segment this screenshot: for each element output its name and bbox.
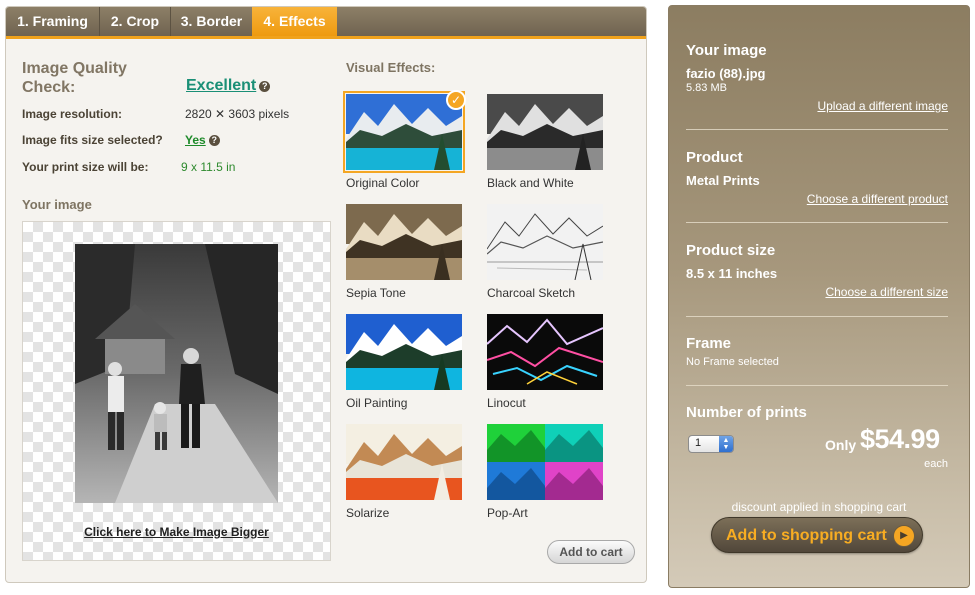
price-only-label: Only xyxy=(825,437,857,453)
help-icon[interactable]: ? xyxy=(208,134,220,146)
step-tabs: 1. Framing 2. Crop 3. Border 4. Effects xyxy=(6,7,646,39)
summary-divider xyxy=(686,222,948,223)
image-preview: Click here to Make Image Bigger xyxy=(22,221,331,561)
effect-label-black-and-white: Black and White xyxy=(487,176,574,190)
effect-thumb-charcoal-sketch[interactable] xyxy=(487,204,603,280)
effect-label-linocut: Linocut xyxy=(487,396,526,410)
quantity-select[interactable]: 1 ▲ ▼ xyxy=(688,435,734,453)
summary-file-name: fazio (88).jpg xyxy=(686,66,766,81)
play-arrow-icon: ▶ xyxy=(893,525,915,547)
resolution-label: Image resolution: xyxy=(22,107,123,121)
summary-file-size: 5.83 MB xyxy=(686,82,727,94)
effect-label-charcoal-sketch: Charcoal Sketch xyxy=(487,286,576,300)
discount-note: discount applied in shopping cart xyxy=(731,500,907,514)
summary-product-heading: Product xyxy=(686,149,743,166)
effect-label-solarize: Solarize xyxy=(346,506,390,520)
number-of-prints-heading: Number of prints xyxy=(686,404,807,421)
add-to-shopping-cart-label: Add to shopping cart xyxy=(726,527,887,544)
effect-label-pop-art: Pop-Art xyxy=(487,506,528,520)
summary-frame-heading: Frame xyxy=(686,335,732,352)
tab-framing[interactable]: 1. Framing xyxy=(6,7,99,36)
effect-label-original-color: Original Color xyxy=(346,176,420,190)
upload-different-image-link[interactable]: Upload a different image xyxy=(817,99,948,113)
resolution-value: 2820 ✕ 3603 pixels xyxy=(185,107,290,121)
up-down-arrows-icon: ▲ ▼ xyxy=(719,436,733,452)
check-icon: ✓ xyxy=(446,90,466,110)
effect-thumb-original-color[interactable] xyxy=(343,91,465,173)
price-each-label: each xyxy=(924,458,948,470)
preview-photo[interactable] xyxy=(75,244,278,503)
tab-crop[interactable]: 2. Crop xyxy=(100,7,170,36)
quality-value-link[interactable]: Excellent xyxy=(186,77,256,95)
choose-different-size-link[interactable]: Choose a different size xyxy=(825,285,948,299)
your-image-title: Your image xyxy=(22,197,92,212)
effect-label-oil-painting: Oil Painting xyxy=(346,396,408,410)
print-size-label: Your print size will be: xyxy=(22,160,149,174)
order-summary-panel: Your image fazio (88).jpg 5.83 MB Upload… xyxy=(668,5,970,588)
tab-effects[interactable]: 4. Effects xyxy=(252,7,337,36)
summary-divider xyxy=(686,385,948,386)
make-image-bigger-link[interactable]: Click here to Make Image Bigger xyxy=(23,525,330,539)
summary-size-heading: Product size xyxy=(686,242,776,259)
effect-thumb-oil-painting[interactable] xyxy=(346,314,462,390)
summary-product-value: Metal Prints xyxy=(686,173,760,188)
effect-thumb-sepia-tone[interactable] xyxy=(346,204,462,280)
visual-effects-title: Visual Effects: xyxy=(346,60,436,75)
fits-size-label: Image fits size selected? xyxy=(22,133,163,147)
summary-divider xyxy=(686,316,948,317)
editor-panel: 1. Framing 2. Crop 3. Border 4. Effects … xyxy=(5,6,647,583)
quality-value-group: Excellent ? xyxy=(186,77,271,95)
summary-frame-value: No Frame selected xyxy=(686,356,779,368)
choose-different-product-link[interactable]: Choose a different product xyxy=(807,192,948,206)
effect-thumb-pop-art[interactable] xyxy=(487,424,603,500)
print-size-value: 9 x 11.5 in xyxy=(181,160,236,174)
tab-border[interactable]: 3. Border xyxy=(171,7,252,36)
price-value: $54.99 xyxy=(860,424,940,454)
add-to-cart-button[interactable]: Add to cart xyxy=(547,540,635,564)
fits-size-value-group: Yes ? xyxy=(185,133,220,147)
help-icon[interactable]: ? xyxy=(259,80,271,92)
summary-image-heading: Your image xyxy=(686,42,767,59)
effect-thumb-black-and-white[interactable] xyxy=(487,94,603,170)
add-to-shopping-cart-button[interactable]: Add to shopping cart ▶ xyxy=(711,517,923,553)
summary-size-value: 8.5 x 11 inches xyxy=(686,266,778,281)
page-root: 1. Framing 2. Crop 3. Border 4. Effects … xyxy=(0,0,975,595)
effect-thumb-solarize[interactable] xyxy=(346,424,462,500)
effect-thumb-linocut[interactable] xyxy=(487,314,603,390)
quantity-value: 1 xyxy=(695,437,702,449)
quality-check-title: Image Quality Check: xyxy=(22,60,127,96)
fits-size-yes-link[interactable]: Yes xyxy=(185,133,206,147)
summary-divider xyxy=(686,129,948,130)
effect-label-sepia-tone: Sepia Tone xyxy=(346,286,406,300)
